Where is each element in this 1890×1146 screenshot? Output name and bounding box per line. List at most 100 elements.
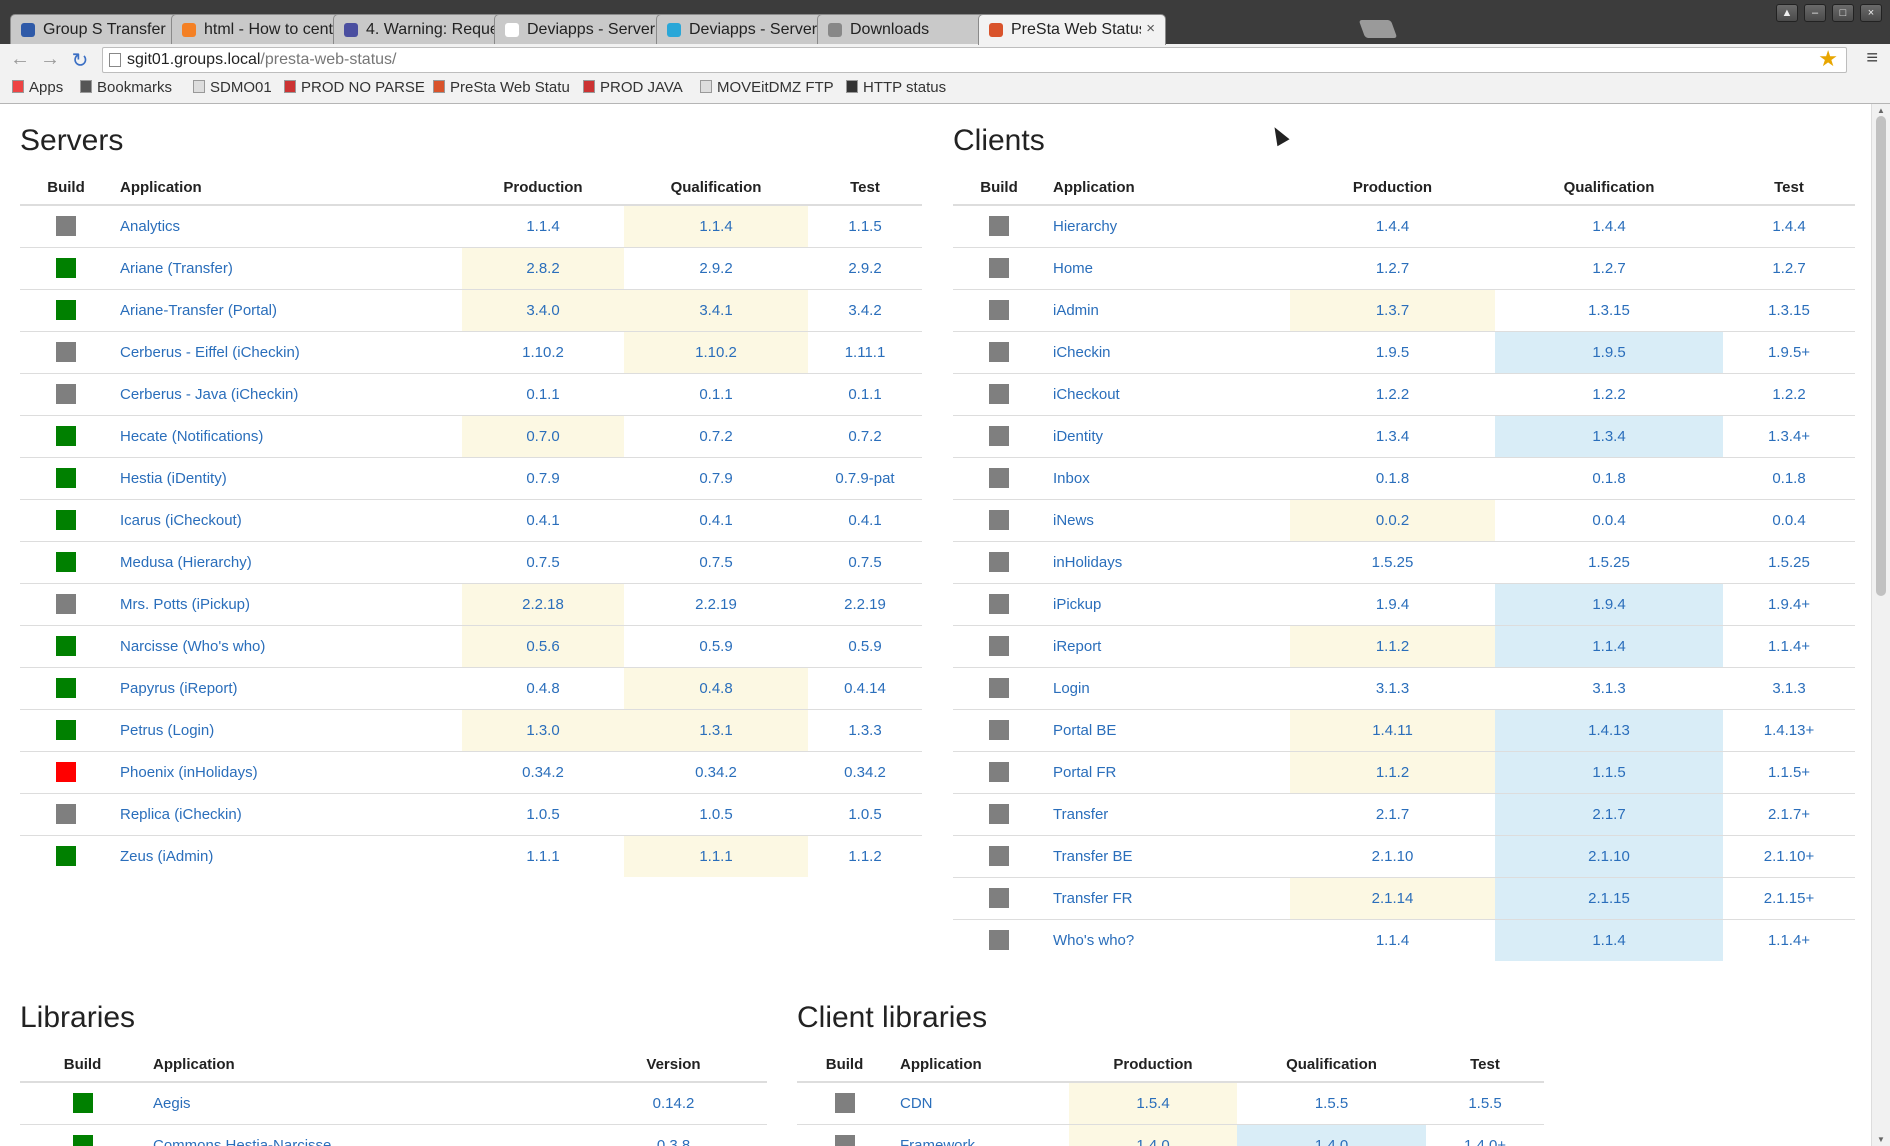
test-version-link[interactable]: 2.1.15+ — [1764, 890, 1814, 907]
build-status-green-icon[interactable] — [56, 510, 76, 530]
test-version-link[interactable]: 1.5.25 — [1768, 554, 1810, 571]
application-link[interactable]: Zeus (iAdmin) — [120, 848, 213, 865]
qualification-version-link[interactable]: 0.1.8 — [1592, 470, 1625, 487]
build-status-gray-icon[interactable] — [56, 804, 76, 824]
test-version-link[interactable]: 0.4.14 — [844, 680, 886, 697]
vertical-scrollbar[interactable]: ▲ ▼ — [1871, 104, 1890, 1146]
production-version-link[interactable]: 1.4.4 — [1376, 218, 1409, 235]
production-version-link[interactable]: 1.2.2 — [1376, 386, 1409, 403]
qualification-version-link[interactable]: 2.1.7 — [1592, 806, 1625, 823]
application-link[interactable]: iAdmin — [1053, 302, 1099, 319]
column-header[interactable]: Test — [1723, 170, 1855, 206]
build-status-gray-icon[interactable] — [989, 384, 1009, 404]
build-status-gray-icon[interactable] — [989, 342, 1009, 362]
forward-button[interactable]: → — [38, 48, 62, 71]
build-status-green-icon[interactable] — [72, 1135, 93, 1146]
production-version-link[interactable]: 1.9.5 — [1376, 344, 1409, 361]
build-status-gray-icon[interactable] — [834, 1093, 855, 1114]
test-version-link[interactable]: 0.7.9-pat — [835, 470, 894, 487]
build-status-red-icon[interactable] — [56, 762, 76, 782]
production-version-link[interactable]: 1.9.4 — [1376, 596, 1409, 613]
qualification-version-link[interactable]: 0.4.8 — [699, 680, 732, 697]
qualification-version-link[interactable]: 0.0.4 — [1592, 512, 1625, 529]
qualification-version-link[interactable]: 1.5.5 — [1315, 1095, 1348, 1112]
production-version-link[interactable]: 2.2.18 — [522, 596, 564, 613]
bookmark-star-icon[interactable]: ★ — [1818, 46, 1838, 72]
bookmark-7[interactable]: MOVEitDMZ FTP — [700, 79, 834, 96]
build-status-gray-icon[interactable] — [989, 678, 1009, 698]
production-version-link[interactable]: 3.4.0 — [526, 302, 559, 319]
qualification-version-link[interactable]: 1.1.4 — [1592, 638, 1625, 655]
application-link[interactable]: CDN — [900, 1095, 933, 1112]
qualification-version-link[interactable]: 1.3.1 — [699, 722, 732, 739]
column-header[interactable]: Build — [953, 170, 1045, 206]
application-link[interactable]: Who's who? — [1053, 932, 1134, 949]
build-status-gray-icon[interactable] — [989, 300, 1009, 320]
qualification-version-link[interactable]: 1.4.13 — [1588, 722, 1630, 739]
production-version-link[interactable]: 2.1.10 — [1372, 848, 1414, 865]
application-link[interactable]: iCheckout — [1053, 386, 1120, 403]
application-link[interactable]: Ariane-Transfer (Portal) — [120, 302, 277, 319]
window-up-button[interactable]: ▲ — [1776, 4, 1798, 22]
qualification-version-link[interactable]: 1.2.2 — [1592, 386, 1625, 403]
application-link[interactable]: Transfer BE — [1053, 848, 1132, 865]
qualification-version-link[interactable]: 2.2.19 — [695, 596, 737, 613]
test-version-link[interactable]: 1.3.3 — [848, 722, 881, 739]
window-close-button[interactable]: × — [1860, 4, 1882, 22]
qualification-version-link[interactable]: 1.9.5 — [1592, 344, 1625, 361]
bookmark-5[interactable]: PreSta Web Statu — [433, 79, 570, 96]
qualification-version-link[interactable]: 1.1.5 — [1592, 764, 1625, 781]
qualification-version-link[interactable]: 1.3.4 — [1592, 428, 1625, 445]
production-version-link[interactable]: 2.1.7 — [1376, 806, 1409, 823]
qualification-version-link[interactable]: 1.10.2 — [695, 344, 737, 361]
build-status-green-icon[interactable] — [56, 678, 76, 698]
test-version-link[interactable]: 1.2.7 — [1772, 260, 1805, 277]
qualification-version-link[interactable]: 0.7.5 — [699, 554, 732, 571]
build-status-gray-icon[interactable] — [56, 384, 76, 404]
qualification-version-link[interactable]: 0.5.9 — [699, 638, 732, 655]
build-status-green-icon[interactable] — [56, 846, 76, 867]
test-version-link[interactable]: 0.5.9 — [848, 638, 881, 655]
application-link[interactable]: Mrs. Potts (iPickup) — [120, 596, 250, 613]
bookmark-4[interactable]: PROD NO PARSE — [284, 79, 425, 96]
application-link[interactable]: Transfer FR — [1053, 890, 1132, 907]
qualification-version-link[interactable]: 3.4.1 — [699, 302, 732, 319]
build-status-gray-icon[interactable] — [989, 594, 1009, 614]
production-version-link[interactable]: 1.3.7 — [1376, 302, 1409, 319]
application-link[interactable]: Analytics — [120, 218, 180, 235]
application-link[interactable]: inHolidays — [1053, 554, 1122, 571]
bookmark-8[interactable]: HTTP status — [846, 79, 946, 96]
build-status-gray-icon[interactable] — [56, 342, 76, 362]
tab-close-icon[interactable]: × — [1146, 20, 1155, 37]
production-version-link[interactable]: 0.34.2 — [522, 764, 564, 781]
qualification-version-link[interactable]: 1.4.0 — [1315, 1137, 1348, 1146]
build-status-gray-icon[interactable] — [989, 636, 1009, 656]
build-status-gray-icon[interactable] — [56, 594, 76, 614]
test-version-link[interactable]: 0.7.5 — [848, 554, 881, 571]
column-header[interactable]: Qualification — [1495, 170, 1723, 206]
qualification-version-link[interactable]: 1.4.4 — [1592, 218, 1625, 235]
column-header[interactable]: Application — [112, 170, 462, 206]
test-version-link[interactable]: 1.4.13+ — [1764, 722, 1814, 739]
column-header[interactable]: Application — [892, 1047, 1069, 1083]
test-version-link[interactable]: 0.4.1 — [848, 512, 881, 529]
test-version-link[interactable]: 1.3.15 — [1768, 302, 1810, 319]
qualification-version-link[interactable]: 1.3.15 — [1588, 302, 1630, 319]
production-version-link[interactable]: 3.1.3 — [1376, 680, 1409, 697]
test-version-link[interactable]: 1.9.5+ — [1768, 344, 1810, 361]
production-version-link[interactable]: 1.4.0 — [1136, 1137, 1169, 1146]
tab-6[interactable]: Downloads× — [817, 14, 1005, 44]
qualification-version-link[interactable]: 1.5.25 — [1588, 554, 1630, 571]
application-link[interactable]: Aegis — [153, 1095, 191, 1112]
application-link[interactable]: Hestia (iDentity) — [120, 470, 227, 487]
application-link[interactable]: Papyrus (iReport) — [120, 680, 238, 697]
application-link[interactable]: Portal FR — [1053, 764, 1116, 781]
application-link[interactable]: Petrus (Login) — [120, 722, 214, 739]
test-version-link[interactable]: 1.1.5+ — [1768, 764, 1810, 781]
production-version-link[interactable]: 1.1.2 — [1376, 638, 1409, 655]
build-status-gray-icon[interactable] — [989, 804, 1009, 824]
bookmark-6[interactable]: PROD JAVA — [583, 79, 683, 96]
address-bar[interactable]: sgit01.groups.local/presta-web-status/ — [102, 47, 1847, 73]
production-version-link[interactable]: 1.2.7 — [1376, 260, 1409, 277]
application-link[interactable]: Home — [1053, 260, 1093, 277]
